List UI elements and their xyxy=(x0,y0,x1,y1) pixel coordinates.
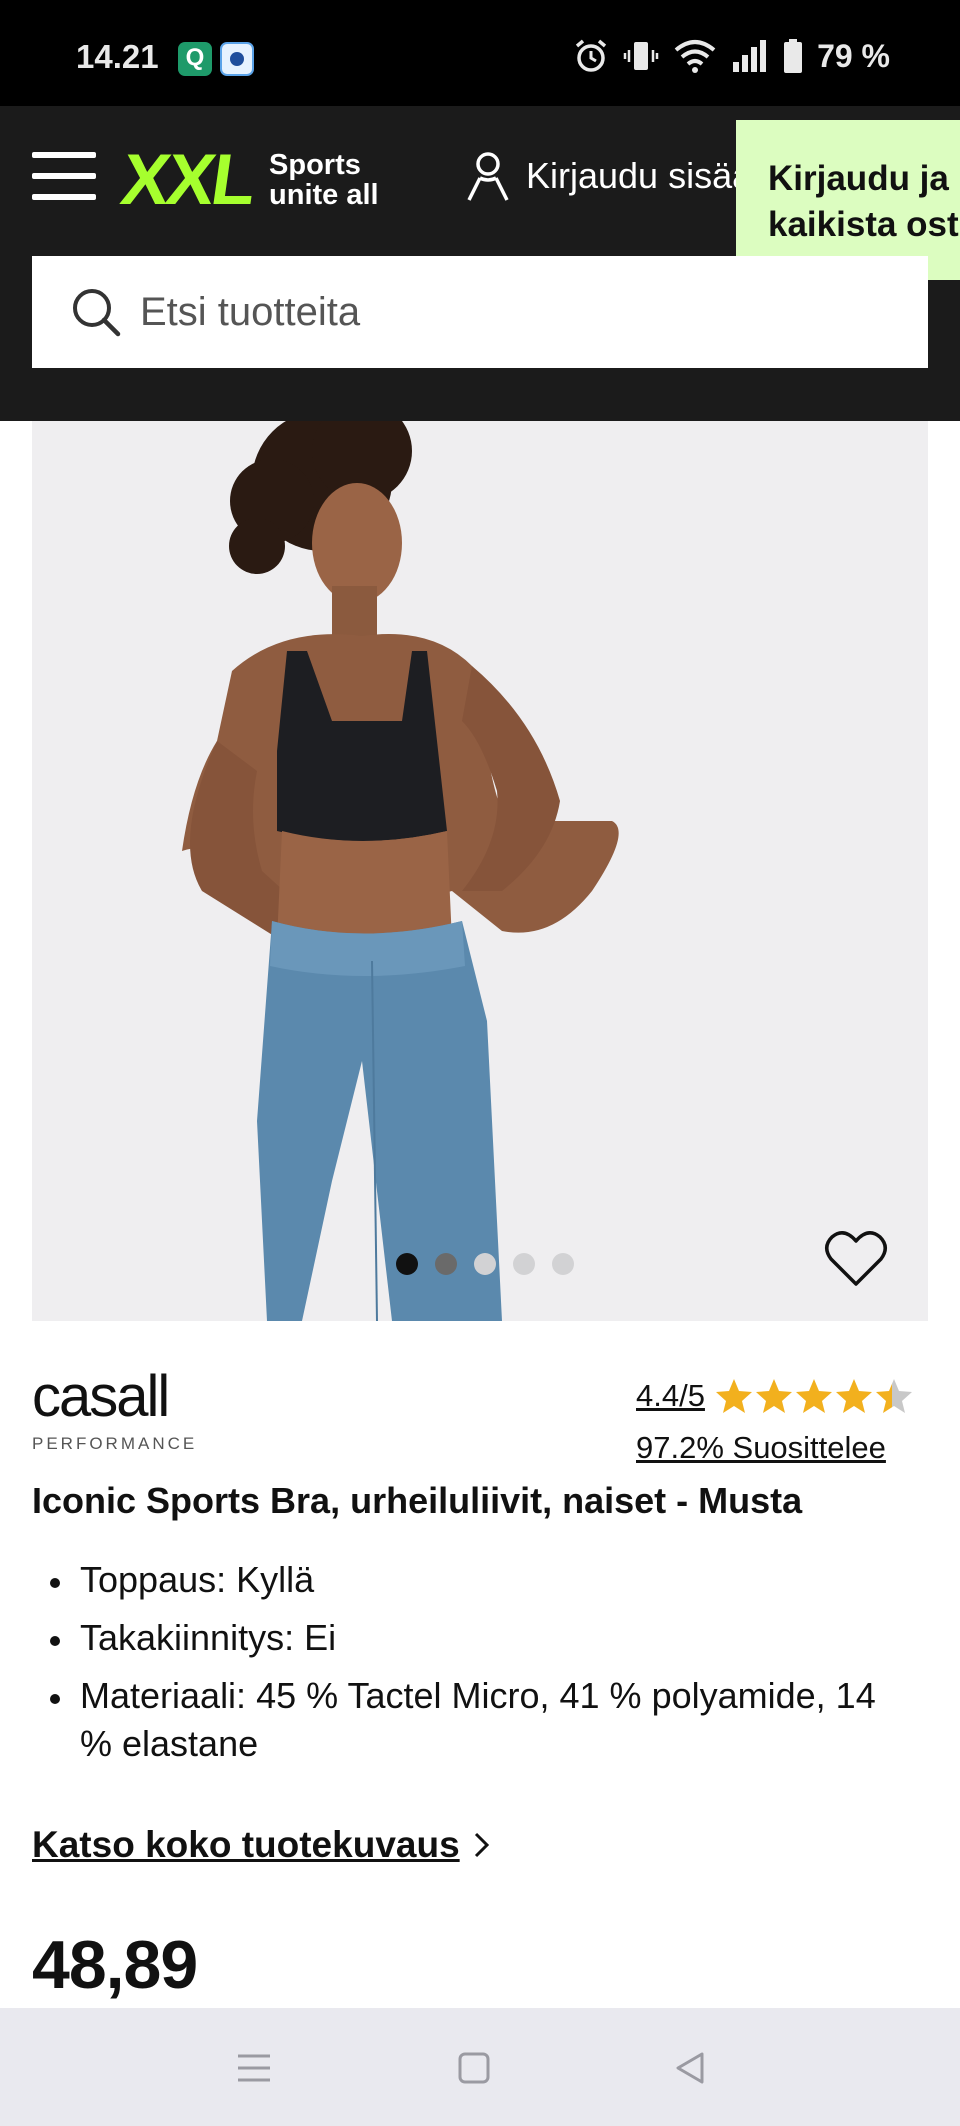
gallery-dot[interactable] xyxy=(474,1253,496,1275)
full-description-label: Katso koko tuotekuvaus xyxy=(32,1824,460,1865)
battery-icon xyxy=(784,39,803,73)
heart-icon[interactable] xyxy=(824,1229,888,1289)
chevron-right-icon xyxy=(474,1832,489,1858)
tooltip-line2: kaikista ostoksista xyxy=(768,205,960,244)
rating-score[interactable]: 4.4/5 xyxy=(636,1378,705,1414)
gallery-dot[interactable] xyxy=(396,1253,418,1275)
gallery-dot[interactable] xyxy=(435,1253,457,1275)
star-icon xyxy=(795,1379,832,1413)
star-half-icon xyxy=(875,1379,912,1413)
recent-apps-icon[interactable] xyxy=(234,2048,274,2088)
search-input[interactable] xyxy=(140,289,900,335)
alarm-icon xyxy=(575,39,607,72)
back-icon[interactable] xyxy=(670,2048,710,2088)
signal-icon xyxy=(733,40,767,72)
product-photo xyxy=(182,421,619,1321)
recommend-percentage[interactable]: 97.2% Suosittelee xyxy=(636,1430,928,1466)
site-header: XXL Sports unite all Kirjaudu sisään Kir… xyxy=(0,106,960,421)
system-navigation-bar xyxy=(0,2008,960,2126)
search-icon xyxy=(73,289,121,337)
feature-item: Materiaali: 45 % Tactel Micro, 41 % poly… xyxy=(32,1672,912,1768)
brand-subtitle: PERFORMANCE xyxy=(32,1434,198,1453)
status-icons: 79 % xyxy=(573,36,890,76)
brand-logo[interactable]: casall PERFORMANCE xyxy=(32,1368,197,1454)
product-rating[interactable]: 4.4/5 97.2% Suosittelee xyxy=(636,1378,928,1466)
home-icon[interactable] xyxy=(454,2048,494,2088)
status-time: 14.21 xyxy=(76,38,159,75)
status-bar: 14.21 79 % xyxy=(0,0,960,106)
star-icon xyxy=(835,1379,872,1413)
login-label: Kirjaudu sisään xyxy=(526,155,736,196)
tooltip-line1: Kirjaudu ja xyxy=(768,159,949,198)
battery-level: 79 % xyxy=(817,37,890,74)
logo-wordmark: XXL xyxy=(116,140,259,220)
logo-tagline-line1: Sports xyxy=(269,149,361,181)
product-price: 48,89 xyxy=(32,1927,198,2003)
star-icon xyxy=(755,1379,792,1413)
product-title: Iconic Sports Bra, urheiluliivit, naiset… xyxy=(32,1480,803,1521)
menu-icon[interactable] xyxy=(32,152,96,200)
feature-item: Toppaus: Kyllä xyxy=(32,1556,912,1604)
logo-tagline: Sports unite all xyxy=(269,150,379,210)
gallery-dot[interactable] xyxy=(552,1253,574,1275)
search-bar[interactable] xyxy=(32,256,928,368)
product-features: Toppaus: Kyllä Takakiinnitys: Ei Materia… xyxy=(32,1556,912,1778)
gallery-pagination xyxy=(32,1253,928,1275)
gallery-dot[interactable] xyxy=(513,1253,535,1275)
login-button[interactable]: Kirjaudu sisään xyxy=(466,150,736,202)
product-image-gallery[interactable] xyxy=(32,421,928,1321)
full-description-link[interactable]: Katso koko tuotekuvaus xyxy=(32,1824,492,1866)
brand-name: casall xyxy=(32,1364,170,1429)
wifi-icon xyxy=(674,40,716,73)
feature-item: Takakiinnitys: Ei xyxy=(32,1614,912,1662)
user-icon xyxy=(467,152,509,201)
app-q-icon xyxy=(178,42,212,76)
logo[interactable]: XXL Sports unite all xyxy=(116,140,379,220)
star-icon xyxy=(715,1379,752,1413)
rating-stars xyxy=(715,1378,913,1414)
logo-tagline-line2: unite all xyxy=(269,179,379,211)
vibrate-icon xyxy=(623,42,659,70)
app-weather-icon xyxy=(220,42,254,76)
